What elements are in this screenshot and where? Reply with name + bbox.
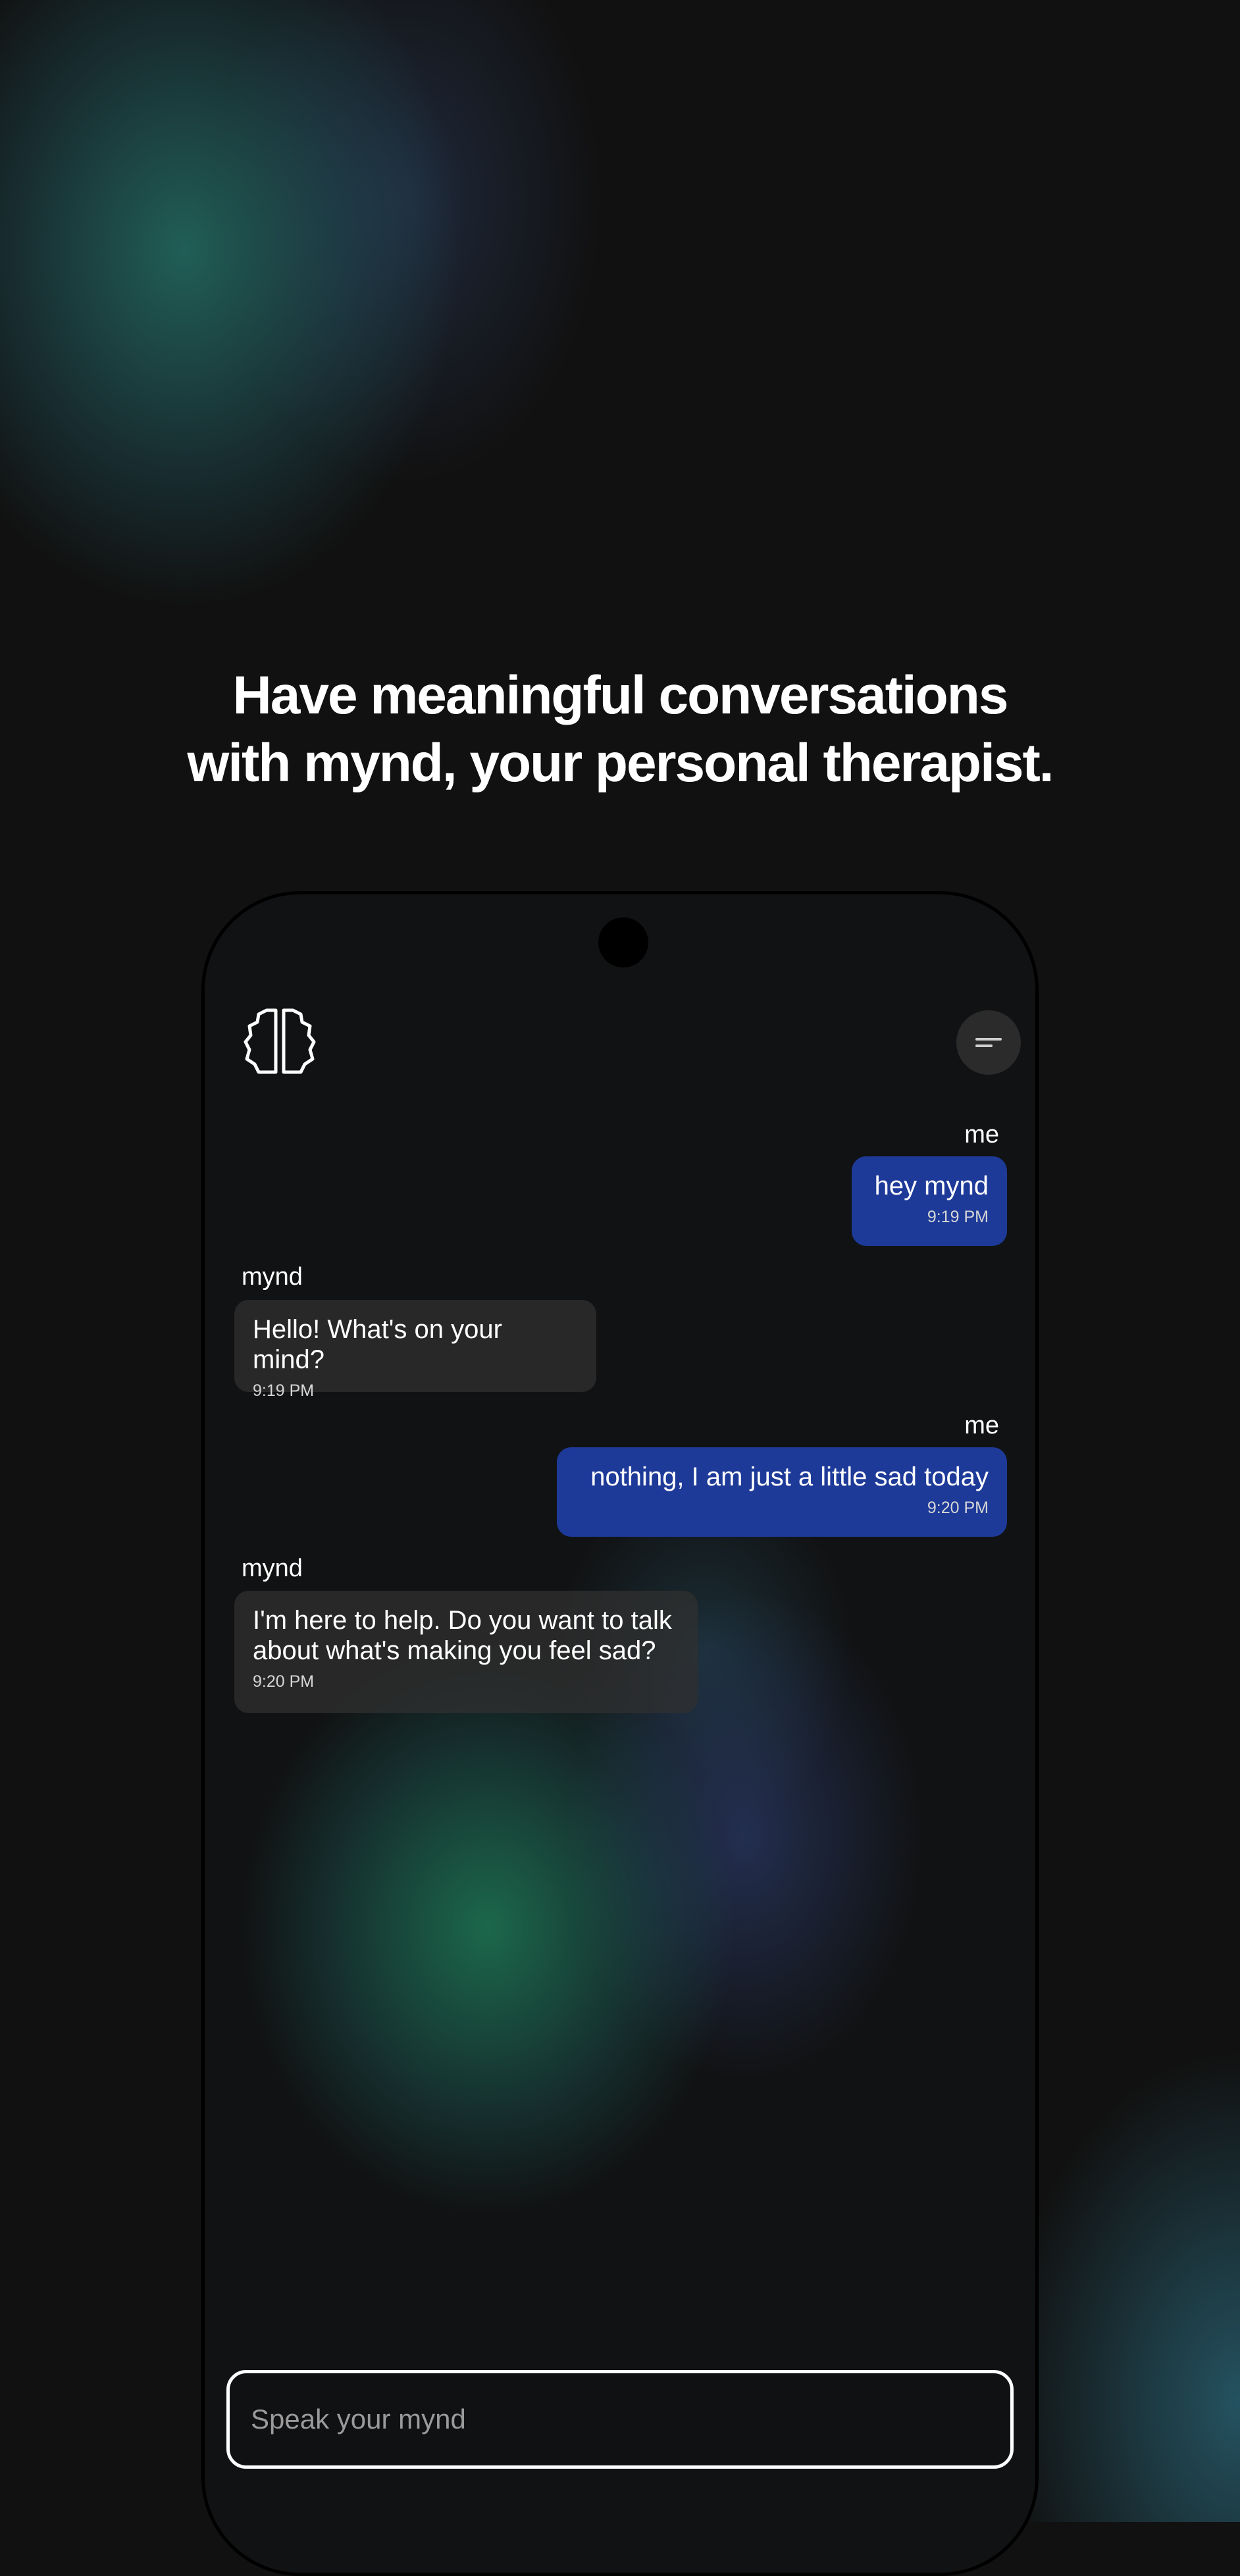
phone-mockup: me hey mynd 9:19 PM mynd Hello! What's o… — [201, 891, 1039, 2576]
message-text: hey mynd — [874, 1172, 989, 1200]
brain-icon — [242, 1006, 318, 1076]
menu-icon — [975, 1038, 1002, 1047]
headline-line-1: Have meaningful conversations — [232, 665, 1009, 725]
phone-background-gradient — [205, 894, 1035, 2573]
message-bubble-bot: Hello! What's on your mind? 9:19 PM — [234, 1300, 596, 1400]
message-text: I'm here to help. Do you want to talk ab… — [253, 1606, 672, 1665]
sender-label: mynd — [242, 1555, 303, 1582]
sender-label: me — [964, 1121, 999, 1148]
headline-line-2: with mynd, your personal therapist. — [187, 733, 1054, 793]
message-text: nothing, I am just a little sad today — [590, 1462, 989, 1491]
message-timestamp: 9:20 PM — [253, 1672, 315, 1691]
message-timestamp: 9:19 PM — [253, 1381, 315, 1400]
message-input-container[interactable] — [226, 2370, 1014, 2469]
message-bubble-user: nothing, I am just a little sad today 9:… — [557, 1447, 1007, 1537]
menu-button[interactable] — [956, 1010, 1021, 1075]
message-input[interactable] — [230, 2373, 1010, 2465]
message-timestamp: 9:20 PM — [927, 1499, 989, 1517]
message-timestamp: 9:19 PM — [927, 1208, 989, 1226]
camera-notch — [598, 917, 648, 967]
sender-label: me — [964, 1412, 999, 1439]
message-bubble-bot: I'm here to help. Do you want to talk ab… — [234, 1591, 698, 1713]
sender-label: mynd — [242, 1263, 303, 1291]
message-text: Hello! What's on your mind? — [253, 1315, 502, 1374]
message-bubble-user: hey mynd 9:19 PM — [852, 1156, 1007, 1246]
page-headline: Have meaningful conversations with mynd,… — [0, 661, 1240, 797]
